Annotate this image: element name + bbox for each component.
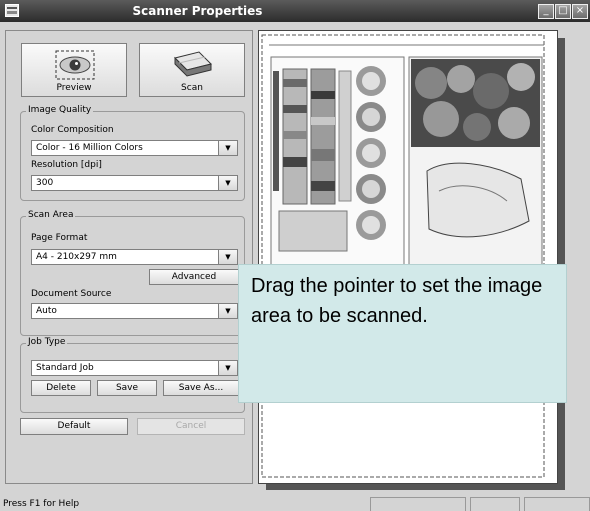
minimize-button[interactable]: _	[538, 4, 554, 19]
scan-button[interactable]: Scan	[139, 43, 245, 97]
preview-button[interactable]: Preview	[21, 43, 127, 97]
window-title: Scanner Properties	[132, 4, 263, 18]
title-bar: Scanner Properties _ □ ×	[0, 0, 590, 22]
job-type-group: Job Type Standard Job ▼ Delete Save Save…	[20, 337, 245, 413]
scan-area-title: Scan Area	[26, 210, 76, 220]
chevron-down-icon[interactable]: ▼	[218, 250, 237, 264]
page-format-label: Page Format	[31, 233, 88, 243]
document-source-select[interactable]: Auto ▼	[31, 303, 238, 319]
resolution-value: 300	[36, 178, 54, 188]
maximize-button[interactable]: □	[555, 4, 571, 19]
chevron-down-icon[interactable]: ▼	[218, 141, 237, 155]
resolution-label: Resolution [dpi]	[31, 160, 102, 170]
color-composition-value: Color - 16 Million Colors	[36, 143, 143, 153]
image-quality-title: Image Quality	[26, 105, 94, 115]
cancel-button[interactable]: Cancel	[137, 418, 245, 435]
chevron-down-icon[interactable]: ▼	[218, 361, 237, 375]
preview-area[interactable]	[258, 30, 558, 484]
settings-panel: Preview Scan Image Quality Color Composi…	[5, 30, 253, 484]
status-text: Press F1 for Help	[3, 499, 80, 509]
preview-shadow	[558, 38, 565, 486]
chevron-down-icon[interactable]: ▼	[218, 176, 237, 190]
status-bar: Press F1 for Help	[0, 497, 590, 511]
scanned-page-image[interactable]	[259, 31, 558, 484]
scan-label: Scan	[181, 83, 203, 93]
default-button[interactable]: Default	[20, 418, 128, 435]
save-button[interactable]: Save	[97, 380, 157, 396]
save-as-button[interactable]: Save As...	[163, 380, 239, 396]
status-panel	[524, 497, 590, 511]
color-composition-label: Color Composition	[31, 125, 114, 135]
preview-shadow	[266, 484, 565, 490]
document-source-label: Document Source	[31, 289, 112, 299]
job-type-select[interactable]: Standard Job ▼	[31, 360, 238, 376]
status-panel	[370, 497, 466, 511]
close-button[interactable]: ×	[572, 4, 588, 19]
preview-label: Preview	[56, 83, 92, 93]
color-composition-select[interactable]: Color - 16 Million Colors ▼	[31, 140, 238, 156]
scanner-icon	[174, 51, 212, 77]
document-source-value: Auto	[36, 306, 57, 316]
job-type-value: Standard Job	[36, 363, 94, 373]
status-panel	[470, 497, 520, 511]
delete-button[interactable]: Delete	[31, 380, 91, 396]
scan-area-group: Scan Area Page Format A4 - 210x297 mm ▼ …	[20, 210, 245, 336]
eye-icon	[55, 50, 95, 80]
page-format-select[interactable]: A4 - 210x297 mm ▼	[31, 249, 238, 265]
help-callout: Drag the pointer to set the image area t…	[238, 264, 567, 403]
help-callout-text: Drag the pointer to set the image area t…	[251, 275, 543, 327]
page-format-value: A4 - 210x297 mm	[36, 252, 117, 262]
job-type-title: Job Type	[26, 337, 68, 347]
image-quality-group: Image Quality Color Composition Color - …	[20, 105, 245, 201]
chevron-down-icon[interactable]: ▼	[218, 304, 237, 318]
resolution-select[interactable]: 300 ▼	[31, 175, 238, 191]
advanced-button[interactable]: Advanced	[149, 269, 239, 285]
